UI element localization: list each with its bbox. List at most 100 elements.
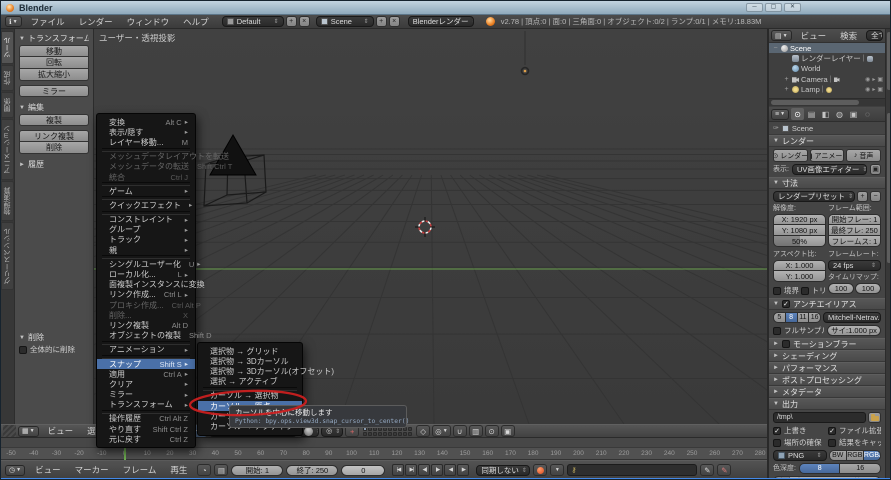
context-menu-item[interactable]: プロキシ作成...Ctrl Alt P — [97, 300, 195, 310]
context-menu-item[interactable]: 削除...X — [97, 310, 195, 320]
outliner-row[interactable]: −Scene — [769, 43, 885, 53]
outliner-menu-item[interactable]: 検索 — [833, 30, 864, 42]
render-preset-selector[interactable]: レンダープリセット⇕ — [773, 191, 855, 202]
tool-button[interactable]: 拡大縮小 — [19, 69, 89, 81]
timeline-ruler[interactable]: -50-40-30-20-100102030405060708090100110… — [1, 448, 767, 460]
add-preset-button[interactable]: + — [857, 191, 868, 202]
color-depth-button[interactable]: 8 — [799, 463, 841, 474]
toolshelf-tab[interactable]: ツール — [1, 31, 14, 64]
layer-toggle[interactable] — [408, 427, 412, 431]
resolution-x-field[interactable]: X: 1920 px — [773, 214, 826, 225]
frame-end-field[interactable]: 最終フレ: 250 — [828, 225, 881, 236]
crop-option[interactable]: トリミング — [801, 285, 827, 296]
context-menu-item[interactable]: クリア▸ — [97, 379, 195, 389]
scroll-thumb[interactable] — [771, 100, 859, 105]
layer-toggle[interactable] — [373, 432, 377, 436]
frame-start-field[interactable]: 開始フレー: 1 — [828, 214, 881, 225]
toolshelf-tab[interactable]: 関係 — [1, 92, 14, 118]
context-menu-item[interactable]: グループ▸ — [97, 225, 195, 235]
file-format-selector[interactable]: PNG⇕ — [773, 450, 827, 461]
layer-toggle[interactable] — [408, 432, 412, 436]
render-layers-tab-icon[interactable]: ▤ — [805, 108, 818, 120]
output-option[interactable]: 結果をキャッ... — [828, 437, 881, 448]
outliner-display-selector[interactable]: 全てのシーン — [866, 30, 883, 41]
outliner-horizontal-scrollbar[interactable] — [769, 98, 885, 106]
layer-toggle[interactable] — [383, 432, 387, 436]
snap-menu-item[interactable]: 選択物 → 3Dカーソル(オフセット) — [198, 366, 302, 376]
context-menu-item[interactable]: シングルユーザー化U▸ — [97, 259, 195, 269]
toolshelf-tab[interactable]: グリースペンシル — [1, 222, 14, 290]
play-button[interactable]: ▶ — [457, 464, 469, 476]
output-panel-header[interactable]: ▼出力 — [769, 398, 885, 410]
frame-range-lock-button[interactable]: ▤ — [214, 464, 228, 476]
context-menu-item[interactable]: アニメーション▸ — [97, 345, 195, 355]
context-menu-item[interactable]: オブジェクトの複製Shift D — [97, 331, 195, 341]
tool-button[interactable]: 複製 — [19, 114, 89, 126]
render-button[interactable]: ⊙レンダー — [773, 149, 808, 162]
context-menu-item[interactable]: クイックエフェクト▸ — [97, 200, 195, 210]
render-display-selector[interactable]: UV画像エディター⇕ — [792, 164, 867, 175]
timeline-menu-item[interactable]: ビュー — [28, 464, 68, 476]
resolution-scale-slider[interactable]: 50% — [773, 236, 826, 247]
context-menu-item[interactable]: 操作履歴Ctrl Alt Z — [97, 414, 195, 424]
render-panel-header[interactable]: ▼レンダー — [769, 135, 885, 147]
close-button[interactable]: ✕ — [784, 3, 801, 12]
snap-menu-item[interactable]: 選択 → アクティブ — [198, 377, 302, 387]
tool-button[interactable]: リンク複製 — [19, 130, 89, 142]
restrict-cursor-icon[interactable]: ▸ — [872, 86, 875, 93]
restrict-render-icon[interactable]: ▣ — [877, 76, 883, 83]
aa-sample-button[interactable]: 8 — [786, 312, 798, 323]
restrict-render-icon[interactable]: ▣ — [877, 86, 883, 93]
delete-scene-button[interactable]: × — [389, 16, 400, 27]
delete-globally-option[interactable]: 全体的に削除 — [19, 344, 90, 355]
menubar-item[interactable]: レンダー — [72, 16, 120, 28]
next-keyframe-button[interactable]: |▶ — [431, 464, 443, 476]
frame-start-field[interactable]: 開始: 1 — [231, 465, 283, 476]
context-menu-item[interactable]: 元に戻すCtrl Z — [97, 434, 195, 444]
context-menu-item[interactable]: トランスフォーム▸ — [97, 400, 195, 410]
editor-type-button[interactable]: ▤▼ — [771, 30, 792, 41]
aa-sample-button[interactable]: 16 — [809, 312, 821, 323]
expand-toggle[interactable]: + — [783, 86, 790, 93]
play-reverse-button[interactable]: ◀ — [444, 464, 456, 476]
output-option[interactable]: ✓ファイル拡張子 — [828, 425, 881, 436]
context-menu-item[interactable]: リンク作成...Ctrl L▸ — [97, 290, 195, 300]
restrict-eye-icon[interactable]: ◉ — [865, 86, 870, 93]
tool-button[interactable]: ミラー — [19, 85, 89, 97]
previous-keyframe-button[interactable]: ◀| — [418, 464, 430, 476]
lock-to-scene-toggle[interactable]: ◇ — [416, 425, 430, 437]
render-tab-icon[interactable]: ⊙ — [791, 108, 804, 120]
border-option[interactable]: 境界 — [773, 285, 799, 296]
color-mode-button[interactable]: RGB — [847, 450, 864, 461]
opengl-render-anim-button[interactable]: ▣ — [501, 425, 515, 437]
outliner-menu-item[interactable]: ビュー — [794, 30, 834, 42]
frame-end-field[interactable]: 終了: 250 — [286, 465, 338, 476]
jump-to-start-button[interactable]: |◀ — [392, 464, 404, 476]
toolshelf-tab[interactable]: 作成 — [1, 65, 14, 91]
screen-layout-selector[interactable]: Default⇕ — [222, 16, 284, 27]
panel-header[interactable]: ▼トランスフォーム — [19, 32, 89, 45]
color-mode-button[interactable]: RGBA — [864, 450, 881, 461]
context-menu-item[interactable]: 面複製インスタンスに変換 — [97, 280, 195, 290]
restrict-eye-icon[interactable]: ◉ — [865, 76, 870, 83]
render-audio-button[interactable]: ♪音声 — [846, 149, 881, 162]
aa-filter-selector[interactable]: Mitchell-Netrav... — [823, 312, 881, 323]
panel-header[interactable]: ▼編集 — [19, 101, 89, 114]
outliner-row[interactable]: レンダーレイヤー| — [769, 53, 885, 63]
framerate-selector[interactable]: 24 fps⇕ — [828, 260, 881, 271]
output-option[interactable]: ✓上書き — [773, 425, 826, 436]
frame-step-field[interactable]: フレームス: 1 — [828, 236, 881, 247]
panel-header[interactable]: ▼削除 — [19, 331, 90, 344]
context-menu-item[interactable]: スナップShift S▸ — [97, 359, 195, 369]
scene-tab-icon[interactable]: ◧ — [819, 108, 832, 120]
snap-menu-item[interactable]: 選択物 → グリッド — [198, 346, 302, 356]
add-layout-button[interactable]: + — [286, 16, 297, 27]
remap-old-field[interactable]: 100 — [828, 283, 854, 294]
physics-tab-icon[interactable]: ◌ — [861, 108, 874, 120]
editor-type-button[interactable]: ▦▼ — [18, 426, 39, 437]
pin-icon[interactable]: ✑ — [773, 124, 779, 132]
right-scrollbar[interactable] — [885, 29, 891, 479]
context-menu-item[interactable]: 適用Ctrl A▸ — [97, 369, 195, 379]
tool-button[interactable]: 削除 — [19, 142, 89, 154]
context-menu-item[interactable]: リンク複製Alt D — [97, 320, 195, 330]
